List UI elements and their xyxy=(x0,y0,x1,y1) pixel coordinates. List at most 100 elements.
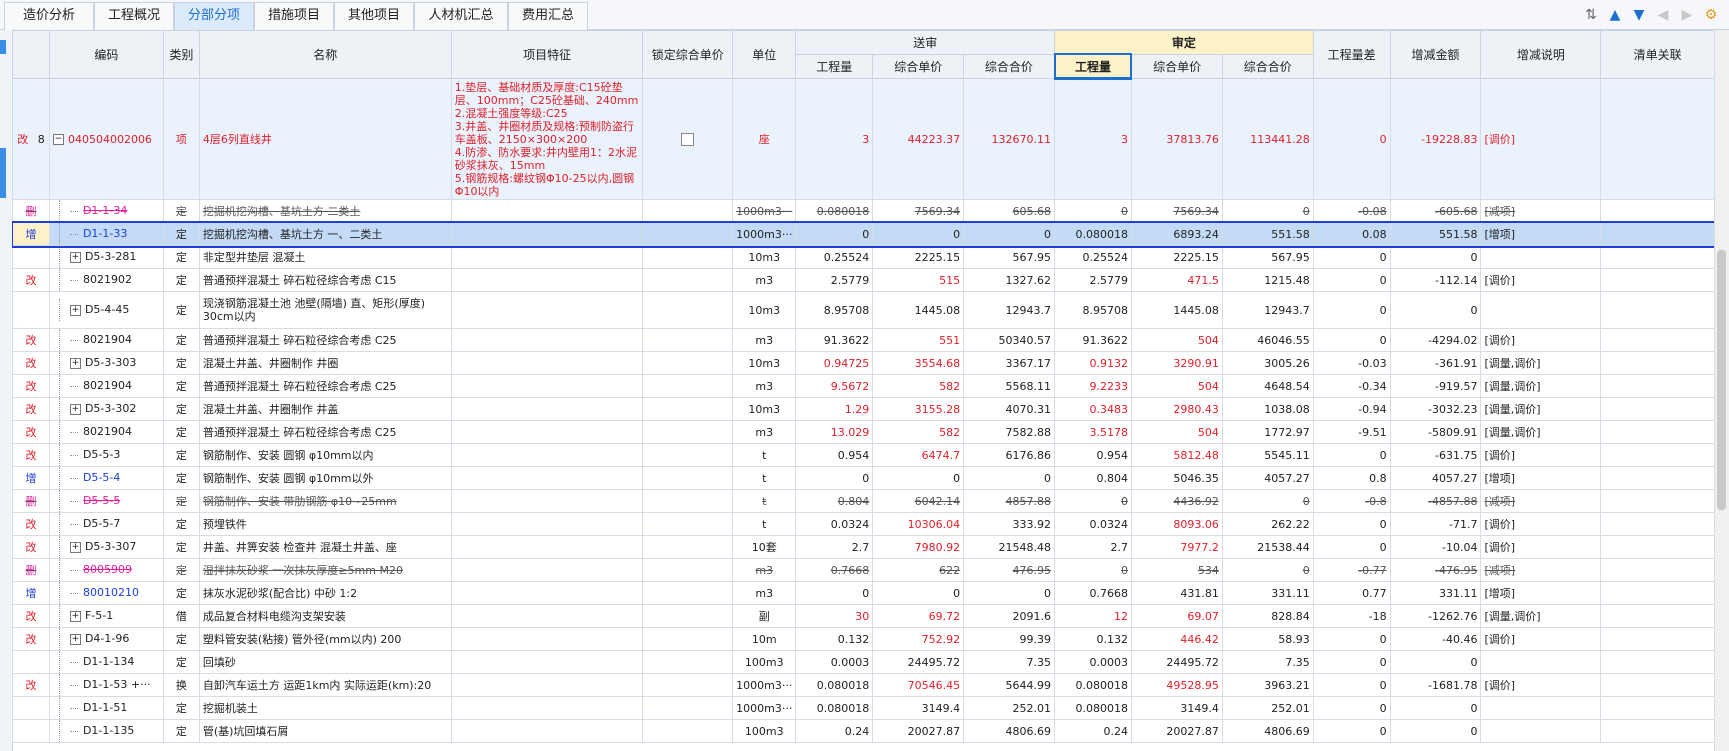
row-link[interactable] xyxy=(1600,512,1715,536)
row-link[interactable] xyxy=(1600,351,1715,375)
row-s-total[interactable]: 4070.31 xyxy=(963,397,1056,421)
table-row[interactable]: D1-1-135 定管(基)坑回填石屑 100m3 0.24 20027.87 4806.… xyxy=(12,719,1715,743)
row-d-uprice[interactable]: 504 xyxy=(1130,374,1223,398)
row-code[interactable]: D1-1-134 xyxy=(48,650,164,674)
row-code[interactable]: + D5-3-303 xyxy=(48,351,164,375)
row-s-total[interactable]: 99.39 xyxy=(963,627,1056,651)
row-link[interactable] xyxy=(1600,581,1715,605)
row-d-qty[interactable]: 0.24 xyxy=(1054,719,1132,743)
table-row[interactable]: + D5-3-281 定非定型井垫层 混凝土 10m3 0.25524 2225.15 56… xyxy=(12,245,1715,269)
row-d-qty[interactable]: 3.5178 xyxy=(1054,420,1132,444)
table-row[interactable]: 改 8 −040504002006 项 4层6列直线井 1.垫层、基础材质及厚度… xyxy=(12,78,1715,200)
row-link[interactable] xyxy=(1600,78,1715,200)
row-d-total[interactable]: 46046.55 xyxy=(1221,328,1314,352)
row-d-total[interactable]: 1215.48 xyxy=(1221,268,1314,292)
row-lock[interactable] xyxy=(642,78,734,200)
row-name[interactable]: 非定型井垫层 混凝土 xyxy=(198,245,452,269)
row-s-uprice[interactable]: 20027.87 xyxy=(872,719,965,743)
row-lock[interactable] xyxy=(642,374,734,398)
row-lock[interactable] xyxy=(642,673,734,697)
row-s-total[interactable]: 252.01 xyxy=(963,696,1056,720)
row-d-total[interactable]: 0 xyxy=(1221,489,1314,513)
row-d-uprice[interactable]: 471.5 xyxy=(1130,268,1223,292)
move-down-icon[interactable]: ▼ xyxy=(1629,5,1649,25)
row-d-uprice[interactable]: 2225.15 xyxy=(1130,245,1223,269)
row-d-qty[interactable]: 12 xyxy=(1054,604,1132,628)
row-link[interactable] xyxy=(1600,650,1715,674)
row-code[interactable]: 8021904 xyxy=(48,374,164,398)
row-d-qty[interactable]: 0.3483 xyxy=(1054,397,1132,421)
row-s-total[interactable]: 12943.7 xyxy=(963,291,1056,329)
row-link[interactable] xyxy=(1600,328,1715,352)
row-lock[interactable] xyxy=(642,489,734,513)
row-s-qty[interactable]: 2.5779 xyxy=(795,268,874,292)
row-d-uprice[interactable]: 49528.95 xyxy=(1130,673,1223,697)
settings-icon[interactable]: ⚙ xyxy=(1701,5,1721,25)
row-s-qty[interactable]: 0.080018 xyxy=(795,673,874,697)
row-s-total[interactable]: 5568.11 xyxy=(963,374,1056,398)
header-s-qty[interactable]: 工程量 xyxy=(795,53,874,79)
row-code[interactable]: 80010210 xyxy=(48,581,164,605)
row-code[interactable]: −040504002006 xyxy=(48,78,164,200)
row-s-total[interactable]: 1327.62 xyxy=(963,268,1056,292)
table-row[interactable]: 改 8021902 定普通预拌混凝土 碎石粒径综合考虑 C15 m3 2.5779 515… xyxy=(12,268,1715,292)
row-d-uprice[interactable]: 8093.06 xyxy=(1130,512,1223,536)
row-s-qty[interactable]: 9.5672 xyxy=(795,374,874,398)
row-d-total[interactable]: 4806.69 xyxy=(1221,719,1314,743)
row-code[interactable]: + D5-3-307 xyxy=(48,535,164,559)
expand-icon[interactable]: + xyxy=(69,357,81,369)
split-icon[interactable]: ⇅ xyxy=(1581,5,1601,25)
row-lock[interactable] xyxy=(642,199,734,223)
row-d-uprice[interactable]: 431.81 xyxy=(1130,581,1223,605)
arrow-left-icon[interactable]: ◀ xyxy=(1653,5,1673,25)
row-link[interactable] xyxy=(1600,374,1715,398)
row-s-total[interactable]: 476.95 xyxy=(963,558,1056,582)
row-d-uprice[interactable]: 2980.43 xyxy=(1130,397,1223,421)
table-row[interactable]: 增 80010210 定抹灰水泥砂浆(配合比) 中砂 1:2 m3 0 0 0 0.7668 4… xyxy=(12,581,1715,605)
row-code[interactable]: + D4-1-96 xyxy=(48,627,164,651)
row-s-qty[interactable]: 0.25524 xyxy=(795,245,874,269)
row-d-total[interactable]: 0 xyxy=(1221,558,1314,582)
table-row[interactable]: 改 + D5-3-307 定井盖、井箅安装 检查井 混凝土井盖、座 10套 2.7 7980… xyxy=(12,535,1715,559)
row-s-total[interactable]: 21548.48 xyxy=(963,535,1056,559)
row-lock[interactable] xyxy=(642,558,734,582)
row-code[interactable]: D1-1-53 +··· xyxy=(48,673,164,697)
row-s-uprice[interactable]: 7980.92 xyxy=(872,535,965,559)
row-s-total[interactable]: 4806.69 xyxy=(963,719,1056,743)
row-s-uprice[interactable]: 2225.15 xyxy=(872,245,965,269)
tab-resource-summary[interactable]: 人材机汇总 xyxy=(414,2,508,30)
tab-fee-summary[interactable]: 费用汇总 xyxy=(508,2,588,30)
row-s-qty[interactable]: 0 xyxy=(795,222,874,246)
row-s-uprice[interactable]: 24495.72 xyxy=(872,650,965,674)
row-s-qty[interactable]: 0.080018 xyxy=(795,199,874,223)
tab-cost-analysis[interactable]: 造价分析 xyxy=(4,2,94,30)
row-code[interactable]: D1-1-34 xyxy=(48,199,164,223)
table-row[interactable]: 改 + F-5-1 借成品复合材料电缆沟支架安装 副 30 69.72 2091.6 12 69.… xyxy=(12,604,1715,628)
table-row[interactable]: 改 8021904 定普通预拌混凝土 碎石粒径综合考虑 C25 m3 13.029 582… xyxy=(12,420,1715,444)
row-name[interactable]: 抹灰水泥砂浆(配合比) 中砂 1:2 xyxy=(198,581,452,605)
header-list-link[interactable]: 清单关联 xyxy=(1600,30,1715,79)
row-link[interactable] xyxy=(1600,420,1715,444)
row-d-uprice[interactable]: 446.42 xyxy=(1130,627,1223,651)
row-lock[interactable] xyxy=(642,696,734,720)
row-link[interactable] xyxy=(1600,443,1715,467)
row-link[interactable] xyxy=(1600,245,1715,269)
row-d-total[interactable]: 4057.27 xyxy=(1221,466,1314,490)
row-d-qty[interactable]: 0 xyxy=(1054,489,1132,513)
row-name[interactable]: 普通预拌混凝土 碎石粒径综合考虑 C25 xyxy=(198,328,452,352)
row-s-uprice[interactable]: 0 xyxy=(872,466,965,490)
row-d-uprice[interactable]: 504 xyxy=(1130,328,1223,352)
row-s-qty[interactable]: 0 xyxy=(795,466,874,490)
row-code[interactable]: D5-5-3 xyxy=(48,443,164,467)
table-row[interactable]: 改 + D4-1-96 定塑料管安装(粘接) 管外径(mm以内) 200 10m 0.13… xyxy=(12,627,1715,651)
row-s-total[interactable]: 567.95 xyxy=(963,245,1056,269)
header-d-total[interactable]: 综合合价 xyxy=(1221,53,1314,79)
row-d-uprice[interactable]: 69.07 xyxy=(1130,604,1223,628)
row-d-qty[interactable]: 0.804 xyxy=(1054,466,1132,490)
row-code[interactable]: D5-5-5 xyxy=(48,489,164,513)
row-d-qty[interactable]: 0.954 xyxy=(1054,443,1132,467)
row-d-qty[interactable]: 0.132 xyxy=(1054,627,1132,651)
row-lock[interactable] xyxy=(642,627,734,651)
row-d-qty[interactable]: 0 xyxy=(1054,558,1132,582)
expand-icon[interactable]: + xyxy=(69,633,81,645)
